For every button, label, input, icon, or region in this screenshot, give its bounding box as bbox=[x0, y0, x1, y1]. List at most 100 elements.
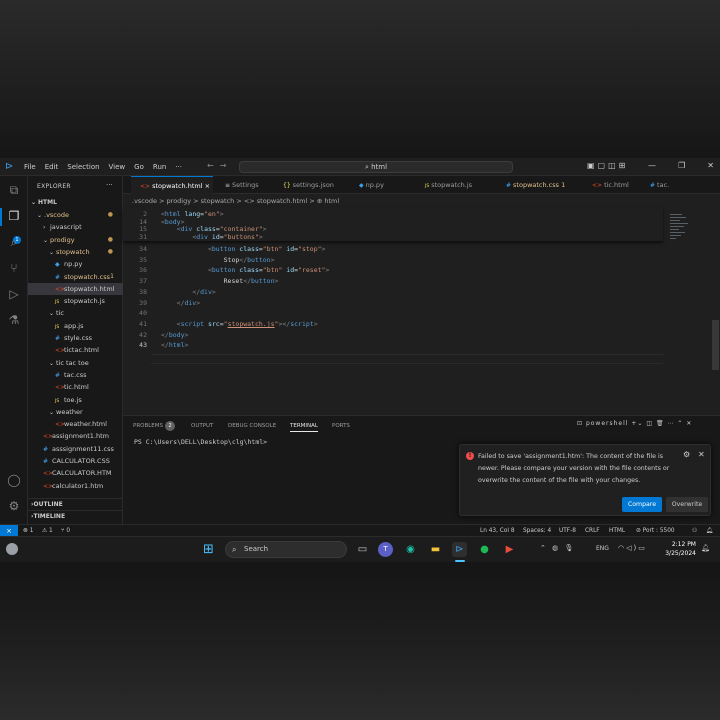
close-tab-icon[interactable]: × bbox=[203, 182, 210, 190]
tree-item[interactable]: # stopwatch.css 1 bbox=[28, 271, 123, 283]
nav-back-forward-icon[interactable]: ←→ bbox=[207, 161, 232, 170]
tab-debug-console[interactable]: DEBUG CONSOLE bbox=[228, 420, 276, 432]
menu-more[interactable]: ··· bbox=[175, 163, 182, 171]
language-indicator[interactable]: ENG bbox=[596, 545, 609, 552]
tree-item[interactable]: <>tic.html bbox=[28, 381, 123, 393]
account-icon[interactable]: ◯ bbox=[6, 472, 22, 488]
menu-view[interactable]: View bbox=[109, 163, 126, 171]
tree-item[interactable]: <>calculator1.htm bbox=[28, 480, 123, 492]
tab-np-py[interactable]: ◆ np.py bbox=[350, 176, 412, 194]
tree-item[interactable]: ⌄ tic bbox=[28, 307, 123, 319]
tab-tic-html[interactable]: <> tic.html bbox=[583, 176, 637, 194]
line-number: 37 bbox=[139, 277, 147, 286]
more-icon[interactable]: ⋯ bbox=[668, 420, 675, 427]
vscode-taskbar-icon[interactable]: ⊳ bbox=[452, 542, 467, 557]
tree-item[interactable]: JS stopwatch.js bbox=[28, 295, 123, 307]
close-icon[interactable]: ✕ bbox=[698, 450, 705, 459]
compare-button[interactable]: Compare bbox=[622, 497, 662, 512]
tree-item[interactable]: ◆ np.py bbox=[28, 258, 123, 270]
code-editor[interactable]: 34 <button class="btn" id="stop"> 35 Stop… bbox=[123, 208, 720, 408]
edge-browser-icon[interactable]: ◉ bbox=[403, 542, 418, 557]
tab-terminal[interactable]: TERMINAL bbox=[290, 420, 318, 432]
search-icon[interactable]: ⌕ bbox=[6, 234, 22, 250]
microphone-icon[interactable]: 🎙︎ bbox=[564, 544, 575, 552]
tree-item[interactable]: ⌄ tic tac toe bbox=[28, 357, 123, 369]
menu-edit[interactable]: Edit bbox=[45, 163, 59, 171]
run-debug-icon[interactable]: ▷ bbox=[6, 286, 22, 302]
editor-scrollbar[interactable] bbox=[712, 320, 719, 370]
close-panel-icon[interactable]: ✕ bbox=[686, 420, 692, 427]
taskbar-search[interactable]: ⌕ Search bbox=[225, 541, 347, 558]
explorer-more-icon[interactable]: ··· bbox=[106, 181, 113, 189]
minimize-icon[interactable]: — bbox=[648, 161, 656, 170]
tree-item[interactable]: <>tictac.html bbox=[28, 344, 123, 356]
tree-item[interactable]: › javascript bbox=[28, 221, 123, 233]
overwrite-button[interactable]: Overwrite bbox=[666, 497, 708, 512]
tab-settings-json[interactable]: {} settings.json bbox=[274, 176, 346, 194]
tab-ports[interactable]: PORTS bbox=[332, 420, 350, 432]
tab-stopwatch-js[interactable]: JS stopwatch.js bbox=[416, 176, 492, 194]
tree-item[interactable]: <>weather.html bbox=[28, 418, 123, 430]
menu-file[interactable]: File bbox=[24, 163, 36, 171]
split-terminal-icon[interactable]: ◫ bbox=[646, 420, 653, 427]
tree-item[interactable]: # style.css bbox=[28, 332, 123, 344]
tab-stopwatch-html[interactable]: <> stopwatch.html × bbox=[131, 176, 213, 194]
tree-item[interactable]: ⌄ stopwatch ● bbox=[28, 246, 123, 258]
explorer-active-icon[interactable]: ❐ bbox=[6, 208, 22, 224]
workspace-root[interactable]: ⌄ HTML bbox=[28, 197, 123, 209]
notification-bell-icon[interactable]: 🔔︎ bbox=[701, 544, 710, 552]
tab-problems[interactable]: PROBLEMS 2 bbox=[133, 420, 176, 432]
weather-widget-icon[interactable] bbox=[6, 543, 18, 555]
tray-app-icon[interactable]: ◍ bbox=[552, 544, 560, 552]
tree-item[interactable]: <>assignment1.htm bbox=[28, 430, 123, 442]
tree-item-label: stopwatch.css bbox=[64, 272, 110, 281]
clock[interactable]: 2:12 PM 3/25/2024 bbox=[660, 540, 696, 558]
tree-item[interactable]: ⌄ weather bbox=[28, 406, 123, 418]
tree-item[interactable]: <>CALCULATOR.HTM bbox=[28, 467, 123, 479]
timeline-section[interactable]: ›TIMELINE bbox=[28, 510, 123, 522]
tree-item[interactable]: JS app.js bbox=[28, 320, 123, 332]
chevron-up-icon[interactable]: ⌃ bbox=[540, 544, 548, 552]
media-app-icon[interactable]: ▶ bbox=[502, 542, 517, 557]
menu-selection[interactable]: Selection bbox=[67, 163, 99, 171]
tree-item[interactable]: # asssignment11.css bbox=[28, 443, 123, 455]
minimap[interactable] bbox=[670, 212, 690, 242]
new-terminal-icon[interactable]: +⌄ bbox=[631, 420, 643, 427]
tree-item[interactable]: ⌄ .vscode ● bbox=[28, 209, 123, 221]
tab-output[interactable]: OUTPUT bbox=[191, 420, 213, 432]
outline-section[interactable]: ›OUTLINE bbox=[28, 498, 123, 510]
gear-icon[interactable]: ⚙ bbox=[683, 450, 690, 459]
tree-item-label: CALCULATOR.CSS bbox=[52, 457, 110, 465]
tab-stopwatch-css-1[interactable]: # stopwatch.css 1 bbox=[497, 176, 579, 194]
explorer-files-icon[interactable]: ⧉ bbox=[6, 182, 22, 198]
tree-item[interactable]: # tac.css bbox=[28, 369, 123, 381]
restore-icon[interactable]: ❐ bbox=[678, 161, 685, 170]
sticky-scroll[interactable]: 2 <html lang="en"> 14 <body> 15 <div class="… bbox=[123, 208, 663, 241]
close-icon[interactable]: ✕ bbox=[707, 161, 714, 170]
tree-item[interactable]: ⌄ prodigy ● bbox=[28, 234, 123, 246]
terminal-prompt[interactable]: PS C:\Users\DELL\Desktop\clg\html> bbox=[134, 438, 271, 446]
network-volume-battery[interactable]: ◠◁)▭ bbox=[618, 544, 647, 552]
testing-flask-icon[interactable]: ⚗ bbox=[6, 312, 22, 328]
teams-icon[interactable]: T bbox=[378, 542, 393, 557]
command-center-search[interactable]: ⌕ html bbox=[239, 161, 513, 173]
tree-item[interactable]: <>stopwatch.html bbox=[28, 282, 123, 295]
maximize-panel-icon[interactable]: ⌃ bbox=[677, 420, 683, 427]
js-file-icon: JS bbox=[55, 324, 60, 330]
breadcrumb[interactable]: .vscode > prodigy > stopwatch > <> stopw… bbox=[132, 197, 339, 207]
file-explorer-icon[interactable]: ▬ bbox=[428, 542, 443, 557]
layout-toggle-icons[interactable]: ▣▢◫⊞ bbox=[587, 161, 628, 170]
windows-start-icon[interactable]: ⊞ bbox=[203, 543, 216, 556]
tree-item[interactable]: # CALCULATOR.CSS bbox=[28, 455, 123, 467]
kill-terminal-icon[interactable]: 🗑 bbox=[656, 420, 665, 427]
tab-tac-[interactable]: # tac. bbox=[641, 176, 671, 194]
menu-run[interactable]: Run bbox=[153, 163, 166, 171]
menu-go[interactable]: Go bbox=[134, 163, 144, 171]
tree-item[interactable]: JS toe.js bbox=[28, 394, 123, 406]
manage-gear-icon[interactable]: ⚙ bbox=[6, 498, 22, 514]
task-view-icon[interactable]: ▭ bbox=[355, 542, 370, 557]
spotify-icon[interactable]: ● bbox=[477, 542, 492, 557]
shell-label[interactable]: powershell bbox=[586, 420, 629, 427]
tab-settings[interactable]: ≡ Settings bbox=[216, 176, 271, 194]
source-control-icon[interactable]: ⑂ bbox=[6, 260, 22, 276]
